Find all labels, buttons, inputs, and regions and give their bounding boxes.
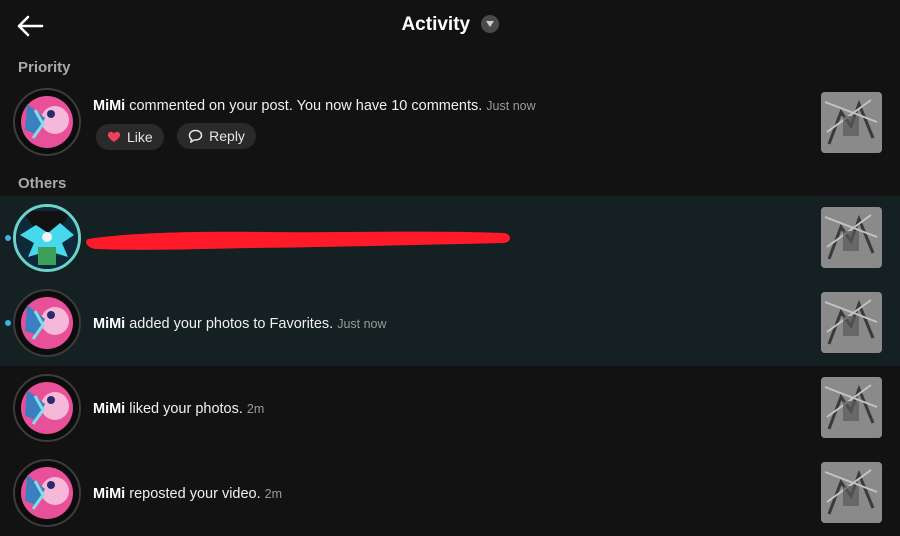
like-button[interactable]: Like — [96, 123, 164, 150]
list-item[interactable]: MiMi reposted your video. 2m — [0, 451, 900, 536]
post-thumbnail[interactable] — [821, 462, 882, 523]
username[interactable]: MiMi — [93, 401, 125, 417]
redaction-mark — [86, 231, 510, 250]
post-thumbnail[interactable] — [821, 377, 882, 438]
timestamp: Just now — [337, 317, 387, 331]
notification-text: MiMi commented on your post. You now hav… — [93, 98, 536, 114]
unread-dot — [5, 235, 11, 241]
post-thumbnail[interactable] — [821, 292, 882, 353]
notification-message: added your photos to Favorites. — [125, 316, 334, 332]
heart-icon — [107, 131, 121, 142]
avatar[interactable] — [13, 88, 81, 156]
comment-bubble-icon — [188, 129, 203, 143]
notification-text: MiMi added your photos to Favorites. Just… — [93, 316, 387, 332]
username[interactable]: MiMi — [93, 316, 125, 332]
avatar[interactable] — [13, 374, 81, 442]
unread-dot — [5, 320, 11, 326]
reply-label: Reply — [209, 128, 245, 144]
notification-text: MiMi reposted your video. 2m — [93, 486, 282, 502]
reply-button[interactable]: Reply — [177, 123, 256, 149]
timestamp: Just now — [486, 99, 536, 113]
top-bar: Activity — [0, 0, 900, 52]
title-dropdown[interactable]: Activity — [0, 14, 900, 36]
avatar[interactable] — [13, 204, 81, 272]
avatar[interactable] — [13, 289, 81, 357]
username[interactable]: MiMi — [93, 486, 125, 502]
caret-down-icon — [480, 15, 499, 33]
notification-message: liked your photos. — [125, 401, 243, 417]
post-thumbnail[interactable] — [821, 207, 882, 268]
notification-message: commented on your post. You now have 10 … — [125, 98, 483, 114]
post-thumbnail[interactable] — [821, 92, 882, 153]
list-item[interactable]: MiMi liked your photos. 2m — [0, 366, 900, 451]
username[interactable]: MiMi — [93, 98, 125, 114]
notification-text: MiMi liked your photos. 2m — [93, 401, 264, 417]
notification-message: reposted your video. — [125, 486, 261, 502]
timestamp: 2m — [264, 487, 283, 501]
page-title: Activity — [401, 14, 471, 35]
list-item[interactable]: MiMi added your photos to Favorites. Just… — [0, 281, 900, 366]
section-label-others: Others — [18, 175, 67, 192]
avatar[interactable] — [13, 459, 81, 527]
like-label: Like — [127, 128, 153, 145]
section-label-priority: Priority — [18, 59, 71, 76]
timestamp: 2m — [246, 402, 265, 416]
quick-actions: Like Reply — [96, 123, 265, 150]
